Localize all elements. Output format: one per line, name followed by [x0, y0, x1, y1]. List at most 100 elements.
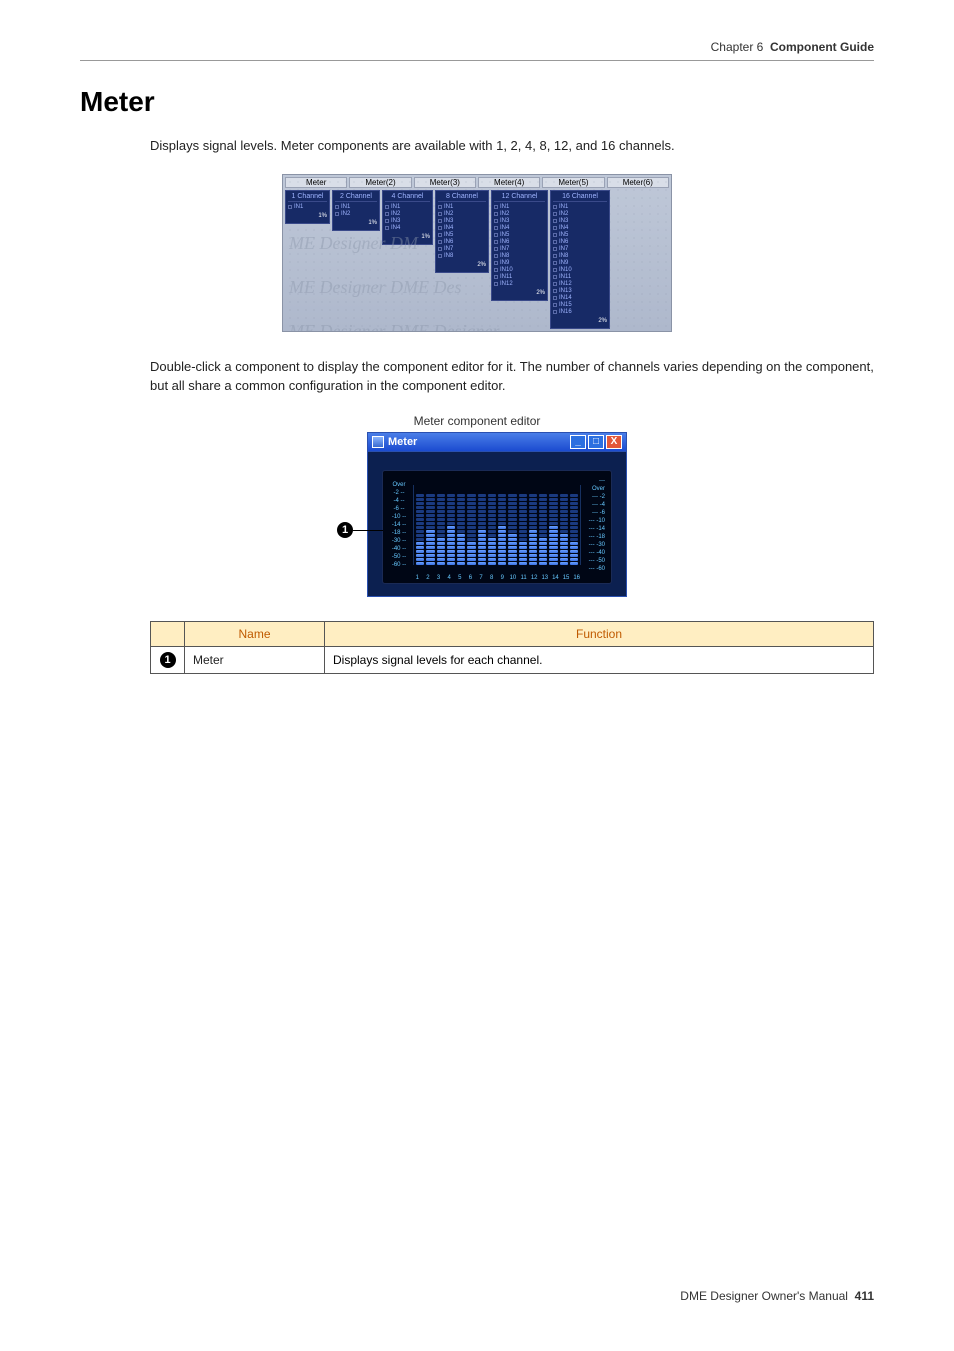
channel-number: 4	[445, 575, 454, 581]
meter-segment	[549, 530, 557, 533]
callout-leader-line	[353, 530, 383, 531]
meter-segment	[437, 502, 445, 505]
scale-tick: --- -4	[585, 501, 605, 509]
scale-tick: --- -60	[585, 565, 605, 573]
meter-segment	[560, 526, 568, 529]
meter-segment	[529, 510, 537, 513]
input-port: IN4	[494, 225, 545, 232]
meter-segment	[529, 558, 537, 561]
meter-segment	[529, 550, 537, 553]
meter-segment	[437, 530, 445, 533]
meter-segment	[478, 554, 486, 557]
meter-segment	[549, 526, 557, 529]
meter-segment	[426, 522, 434, 525]
input-port: IN3	[553, 218, 607, 225]
port-icon	[553, 303, 557, 307]
port-icon	[288, 205, 292, 209]
meter-segment	[426, 498, 434, 501]
meter-segment	[508, 534, 516, 537]
meter-segment	[488, 518, 496, 521]
meter-segment	[549, 546, 557, 549]
minimize-button[interactable]: _	[570, 435, 586, 449]
input-port: IN1	[494, 204, 545, 211]
meter-bar	[478, 494, 486, 565]
port-icon	[385, 205, 389, 209]
port-icon	[494, 240, 498, 244]
channel-number: 9	[498, 575, 507, 581]
port-label: IN8	[500, 253, 509, 260]
meter-segment	[457, 546, 465, 549]
meter-segment	[539, 546, 547, 549]
port-icon	[335, 205, 339, 209]
meter-segment	[549, 494, 557, 497]
meter-segment	[539, 518, 547, 521]
meter-segment	[416, 546, 424, 549]
meter-segment	[529, 538, 537, 541]
meter-segment	[498, 510, 506, 513]
port-label: IN2	[444, 211, 453, 218]
port-label: IN7	[500, 246, 509, 253]
meter-segment	[570, 522, 578, 525]
scale-tick: --- -50	[585, 557, 605, 565]
port-icon	[438, 247, 442, 251]
meter-segment	[437, 558, 445, 561]
scale-tick: --- -30	[585, 541, 605, 549]
meter-segment	[488, 514, 496, 517]
port-icon	[438, 226, 442, 230]
maximize-button[interactable]: □	[588, 435, 604, 449]
meter-bar	[560, 494, 568, 565]
input-port: IN1	[553, 204, 607, 211]
meter-segment	[570, 558, 578, 561]
meter-segment	[498, 538, 506, 541]
meter-segment	[570, 542, 578, 545]
meter-segment	[478, 558, 486, 561]
block-zoom: 1%	[385, 234, 430, 240]
meter-segment	[416, 518, 424, 521]
meter-bar	[426, 494, 434, 565]
meter-segment	[549, 538, 557, 541]
meter-segment	[488, 542, 496, 545]
meter-panel: Over-2 ---4 ---6 ---10 ---14 ---18 ---30…	[382, 470, 612, 584]
meter-segment	[426, 538, 434, 541]
channel-number: 2	[424, 575, 433, 581]
scale-tick: Over	[389, 481, 409, 489]
meter-segment	[478, 542, 486, 545]
footer-text: DME Designer Owner's Manual	[680, 1289, 848, 1303]
meter-segment	[437, 542, 445, 545]
close-button[interactable]: X	[606, 435, 622, 449]
meter-segment	[426, 518, 434, 521]
meter-segment	[570, 506, 578, 509]
meter-segment	[529, 514, 537, 517]
port-icon	[494, 205, 498, 209]
port-label: IN10	[559, 267, 572, 274]
window-titlebar: Meter _ □ X	[367, 432, 627, 452]
meter-segment	[539, 522, 547, 525]
meter-segment	[519, 510, 527, 513]
meter-segment	[426, 494, 434, 497]
meter-segment	[549, 502, 557, 505]
meter-segment	[426, 510, 434, 513]
meter-segment	[447, 538, 455, 541]
port-icon	[553, 268, 557, 272]
channel-number: 6	[466, 575, 475, 581]
meter-segment	[498, 562, 506, 565]
block-title: 8 Channel	[438, 193, 486, 202]
description-table: Name Function 1MeterDisplays signal leve…	[150, 621, 874, 674]
meter-segment	[416, 534, 424, 537]
meter-segment	[560, 494, 568, 497]
meter-segment	[478, 498, 486, 501]
meter-segment	[498, 550, 506, 553]
meter-segment	[560, 514, 568, 517]
meter-bar	[570, 494, 578, 565]
meter-segment	[508, 522, 516, 525]
meter-bars	[413, 485, 581, 565]
footer: DME Designer Owner's Manual 411	[80, 1289, 874, 1303]
meter-segment	[519, 550, 527, 553]
meter-segment	[549, 534, 557, 537]
scale-tick: -60 --	[389, 561, 409, 569]
meter-bar	[529, 494, 537, 565]
meter-segment	[447, 526, 455, 529]
port-icon	[553, 254, 557, 258]
meter-segment	[426, 506, 434, 509]
meter-segment	[488, 538, 496, 541]
